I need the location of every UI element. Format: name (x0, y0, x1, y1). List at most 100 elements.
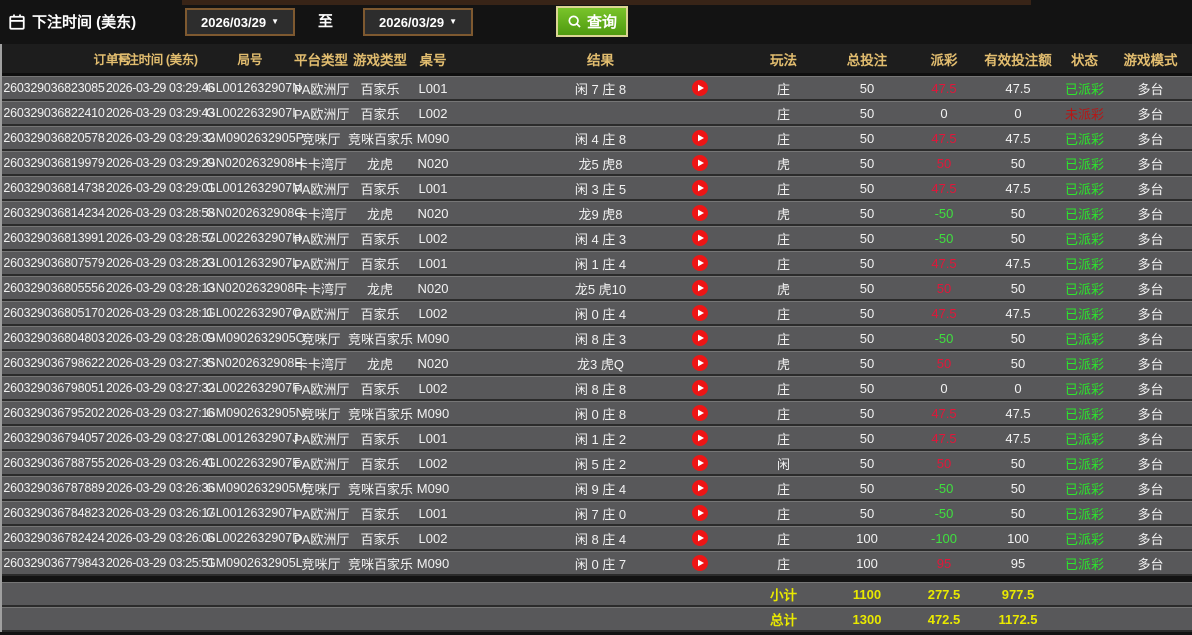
replay-icon[interactable] (692, 530, 708, 546)
search-button[interactable]: 查询 (556, 6, 628, 37)
replay-icon[interactable] (692, 305, 708, 321)
order-no-cell: 260329036782424 (2, 531, 106, 545)
payout-cell: 50 (914, 281, 974, 296)
bet-time-cell: 2026-03-29 03:26:06 (106, 531, 206, 545)
total-bet-cell: 50 (820, 181, 914, 196)
valid-bet-cell: 0 (974, 106, 1062, 121)
replay-icon[interactable] (692, 480, 708, 496)
play-cell: 庄 (747, 329, 820, 348)
replay-icon[interactable] (692, 430, 708, 446)
valid-bet-cell: 47.5 (974, 256, 1062, 271)
game-type-cell: 百家乐 (348, 304, 412, 323)
date-from-select[interactable]: 2026/03/29 ▼ (185, 8, 295, 36)
total-bet-cell: 50 (820, 381, 914, 396)
table-no-cell: L002 (412, 106, 454, 121)
replay-icon[interactable] (692, 555, 708, 571)
game-mode-cell: 多台 (1107, 229, 1192, 248)
round-no-cell: GN0202632908E (206, 356, 294, 370)
date-to-select[interactable]: 2026/03/29 ▼ (363, 8, 473, 36)
order-no-cell: 260329036784823 (2, 506, 106, 520)
replay-icon[interactable] (692, 130, 708, 146)
table-no-cell: L001 (412, 81, 454, 96)
play-cell: 庄 (747, 254, 820, 273)
replay-icon[interactable] (692, 230, 708, 246)
game-type-cell: 龙虎 (348, 279, 412, 298)
valid-bet-cell: 50 (974, 156, 1062, 171)
replay-icon[interactable] (692, 405, 708, 421)
total-bet-cell: 50 (820, 331, 914, 346)
table-row: 260329036798051 2026-03-29 03:27:32 GL00… (2, 376, 1192, 401)
replay-icon[interactable] (692, 455, 708, 471)
table-row: 260329036788755 2026-03-29 03:26:41 GL00… (2, 451, 1192, 476)
bet-time-cell: 2026-03-29 03:28:11 (106, 306, 206, 320)
replay-icon[interactable] (692, 255, 708, 271)
payout-cell: 47.5 (914, 431, 974, 446)
replay-icon[interactable] (692, 80, 708, 96)
game-mode-cell: 多台 (1107, 454, 1192, 473)
order-no-cell: 260329036814234 (2, 206, 106, 220)
bet-time-cell: 2026-03-29 03:28:58 (106, 206, 206, 220)
bet-time-cell: 2026-03-29 03:29:01 (106, 181, 206, 195)
replay-icon[interactable] (692, 330, 708, 346)
replay-icon[interactable] (692, 280, 708, 296)
play-cell: 庄 (747, 104, 820, 123)
game-mode-cell: 多台 (1107, 254, 1192, 273)
table-row: 260329036822410 2026-03-29 03:29:43 GL00… (2, 101, 1192, 126)
game-mode-cell: 多台 (1107, 429, 1192, 448)
subtotal-total-bet: 1100 (820, 587, 914, 602)
header-play: 玩法 (747, 49, 820, 69)
round-no-cell: GL0012632907M (206, 181, 294, 195)
replay-icon[interactable] (692, 205, 708, 221)
table-no-cell: L002 (412, 531, 454, 546)
play-cell: 庄 (747, 429, 820, 448)
header-table-no: 桌号 (412, 49, 454, 69)
replay-icon[interactable] (692, 355, 708, 371)
total-bet-cell: 50 (820, 231, 914, 246)
payout-cell: 47.5 (914, 181, 974, 196)
subtotal-valid-bet: 977.5 (974, 587, 1062, 602)
order-no-cell: 260329036805556 (2, 281, 106, 295)
order-no-cell: 260329036819979 (2, 156, 106, 170)
to-label: 至 (318, 10, 333, 31)
replay-icon[interactable] (692, 180, 708, 196)
bet-time-cell: 2026-03-29 03:26:41 (106, 456, 206, 470)
replay-icon[interactable] (692, 155, 708, 171)
valid-bet-cell: 50 (974, 331, 1062, 346)
total-bet-cell: 50 (820, 506, 914, 521)
replay-icon[interactable] (692, 505, 708, 521)
total-bet-cell: 100 (820, 556, 914, 571)
table-no-cell: M090 (412, 481, 454, 496)
table-row: 260329036795202 2026-03-29 03:27:16 GM09… (2, 401, 1192, 426)
payout-cell: -50 (914, 481, 974, 496)
valid-bet-cell: 50 (974, 231, 1062, 246)
payout-cell: 50 (914, 156, 974, 171)
chevron-down-icon: ▼ (449, 18, 457, 26)
play-cell: 庄 (747, 79, 820, 98)
status-cell: 已派彩 (1062, 379, 1107, 398)
toolbar: 下注时间 (美东) 2026/03/29 ▼ 至 2026/03/29 ▼ 查询 (0, 0, 1192, 44)
platform-cell: PA欧洲厅 (294, 379, 348, 398)
payout-cell: -100 (914, 531, 974, 546)
play-cell: 庄 (747, 529, 820, 548)
total-bet-cell: 50 (820, 406, 914, 421)
game-mode-cell: 多台 (1107, 354, 1192, 373)
table-row: 260329036814234 2026-03-29 03:28:58 GN02… (2, 201, 1192, 226)
table-row: 260329036807579 2026-03-29 03:28:23 GL00… (2, 251, 1192, 276)
valid-bet-cell: 95 (974, 556, 1062, 571)
header-game-mode: 游戏模式 (1107, 49, 1192, 69)
payout-cell: 0 (914, 381, 974, 396)
game-type-cell: 百家乐 (348, 254, 412, 273)
valid-bet-cell: 47.5 (974, 431, 1062, 446)
valid-bet-cell: 47.5 (974, 406, 1062, 421)
play-cell: 闲 (747, 454, 820, 473)
table-no-cell: M090 (412, 406, 454, 421)
order-no-cell: 260329036798051 (2, 381, 106, 395)
play-cell: 庄 (747, 404, 820, 423)
order-no-cell: 260329036795202 (2, 406, 106, 420)
status-cell: 已派彩 (1062, 354, 1107, 373)
table-no-cell: N020 (412, 281, 454, 296)
replay-icon[interactable] (692, 380, 708, 396)
platform-cell: PA欧洲厅 (294, 254, 348, 273)
status-cell: 已派彩 (1062, 329, 1107, 348)
valid-bet-cell: 47.5 (974, 81, 1062, 96)
